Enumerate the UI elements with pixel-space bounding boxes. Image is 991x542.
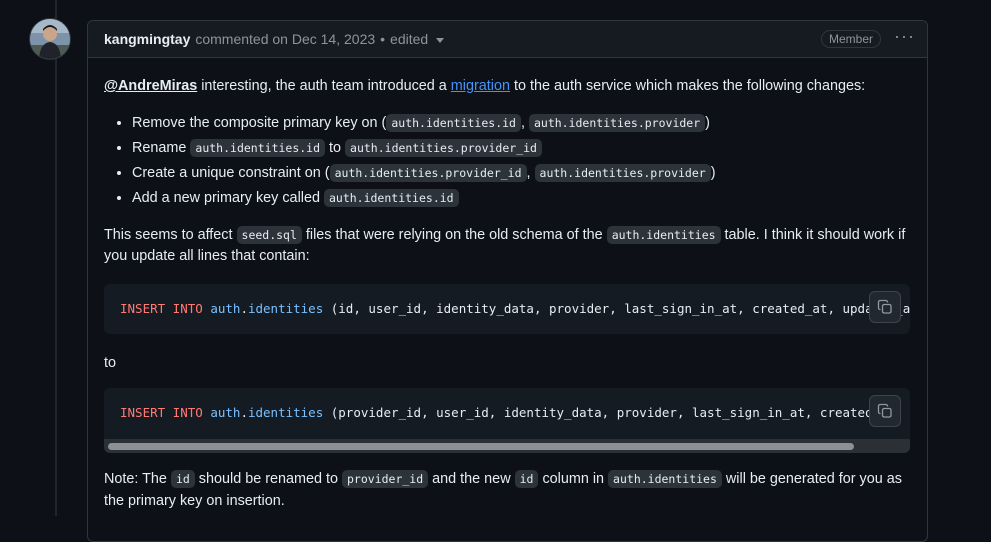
sql-keyword: INSERT INTO (120, 405, 203, 420)
text: column in (538, 471, 609, 487)
sql-table: identities (247, 301, 324, 316)
comment-timestamp[interactable]: commented on Dec 14, 2023 (195, 31, 375, 47)
list-item: Add a new primary key called auth.identi… (132, 186, 716, 211)
code-line: INSERT INTO auth.identities (provider_id… (120, 388, 910, 438)
text: to the auth service which makes the foll… (509, 78, 866, 94)
comment-box: kangmingtay commented on Dec 14, 2023 • … (87, 20, 928, 542)
caret-down-icon (436, 37, 445, 43)
separator: • (380, 31, 386, 47)
text: Rename (132, 140, 191, 156)
inline-code: provider_id (342, 470, 429, 488)
text: Create a unique constraint on ( (132, 165, 330, 181)
inline-code: auth.identities (608, 470, 722, 488)
edited-label: edited (390, 31, 429, 47)
changes-list: Remove the composite primary key on (aut… (104, 111, 716, 211)
sql-schema: auth (210, 301, 241, 316)
timeline-line (55, 0, 57, 516)
code-line: INSERT INTO auth.identities (id, user_id… (120, 284, 910, 334)
inline-code: id (514, 470, 539, 488)
sql-schema: auth (210, 405, 241, 420)
text: Add a new primary key called (132, 190, 324, 206)
inline-code: id (170, 470, 195, 488)
text: ) (705, 115, 710, 131)
text: Remove the composite primary key on ( (132, 115, 387, 131)
sql-dot: . (240, 301, 248, 316)
copy-button[interactable] (869, 291, 901, 323)
paragraph-note: Note: The id should be renamed to provid… (104, 468, 914, 512)
code-block-new: INSERT INTO auth.identities (provider_id… (104, 388, 910, 453)
sql-keyword: INSERT INTO (120, 301, 203, 316)
inline-code: auth.identities.provider (528, 114, 706, 132)
inline-code: auth.identities.provider (534, 164, 711, 182)
inline-code: auth.identities.id (323, 189, 459, 207)
avatar[interactable] (30, 19, 70, 59)
text: interesting, the auth team introduced a (197, 78, 451, 94)
author-link[interactable]: kangmingtay (104, 31, 190, 47)
scrollbar-thumb[interactable] (108, 443, 854, 450)
mention-link[interactable]: @AndreMiras (104, 78, 197, 94)
text: should be renamed to (194, 471, 342, 487)
list-item: Remove the composite primary key on (aut… (132, 111, 716, 136)
inline-code: seed.sql (236, 226, 302, 244)
copy-button[interactable] (869, 395, 901, 427)
sql-columns: (provider_id, user_id, identity_data, pr… (330, 405, 910, 420)
inline-code: auth.identities.id (386, 114, 521, 132)
paragraph-explanation: This seems to affect seed.sql files that… (104, 225, 914, 267)
list-item: Rename auth.identities.id to auth.identi… (132, 136, 716, 161)
text: , (520, 115, 529, 131)
kebab-horizontal-icon[interactable]: ··· (894, 27, 915, 45)
migration-link[interactable]: migration (451, 78, 510, 94)
text: files that were relying on the old schem… (301, 227, 607, 243)
text: , (526, 165, 535, 181)
horizontal-scrollbar[interactable] (104, 439, 910, 453)
paragraph-to: to (104, 355, 117, 371)
copy-icon (877, 299, 892, 314)
code-block-old: INSERT INTO auth.identities (id, user_id… (104, 284, 910, 334)
inline-code: auth.identities.provider_id (329, 164, 527, 182)
list-item: Create a unique constraint on (auth.iden… (132, 161, 716, 186)
text: to (325, 140, 346, 156)
copy-icon (877, 403, 892, 418)
inline-code: auth.identities.id (190, 139, 326, 157)
text: and the new (428, 471, 515, 487)
sql-dot: . (240, 405, 248, 420)
inline-code: auth.identities.provider_id (345, 139, 542, 157)
text: This seems to affect (104, 227, 237, 243)
sql-columns: (id, user_id, identity_data, provider, l… (330, 301, 910, 316)
comment-header: kangmingtay commented on Dec 14, 2023 • … (88, 21, 927, 58)
text: Note: The (104, 471, 171, 487)
edited-dropdown[interactable]: • edited (380, 31, 445, 47)
inline-code: auth.identities (606, 226, 721, 244)
role-badge: Member (821, 30, 882, 48)
sql-table: identities (247, 405, 324, 420)
paragraph-intro: @AndreMiras interesting, the auth team i… (104, 75, 865, 97)
text: ) (710, 165, 716, 181)
